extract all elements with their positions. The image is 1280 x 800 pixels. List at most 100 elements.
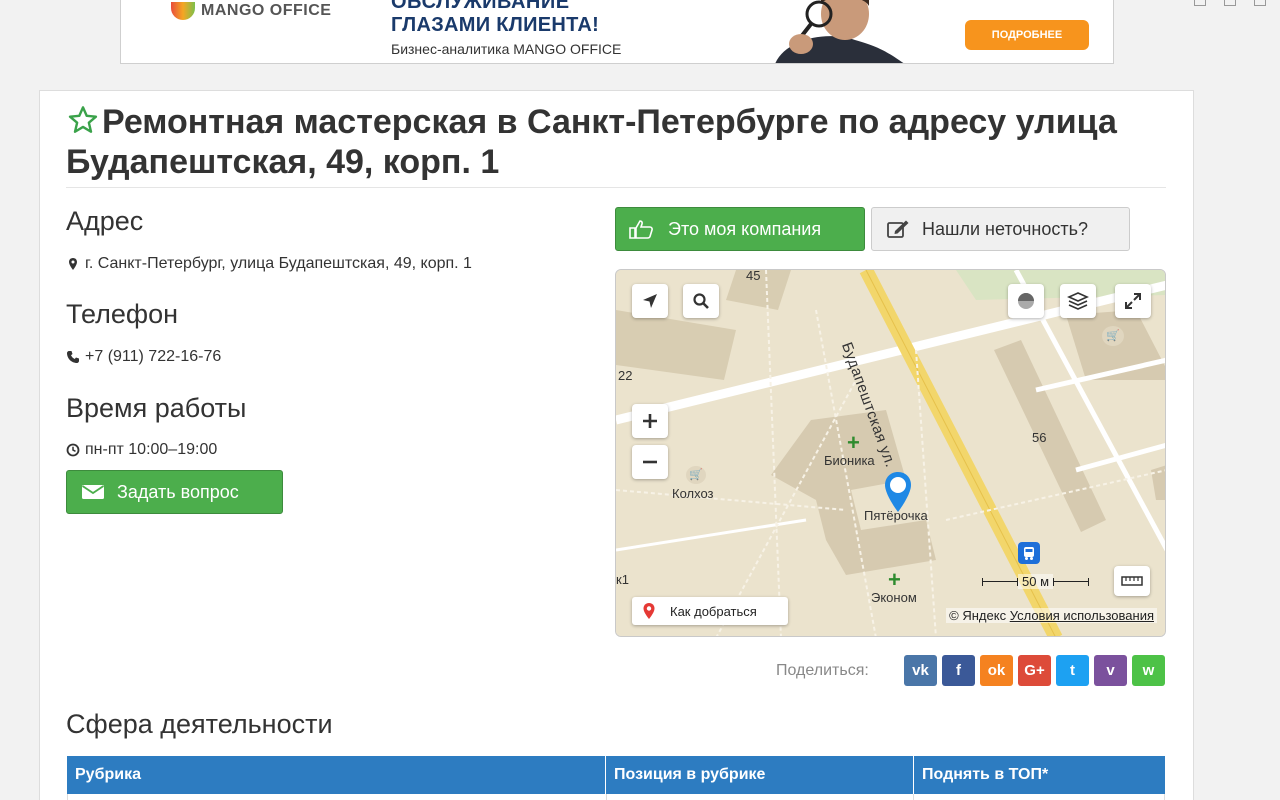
window-controls bbox=[1194, 0, 1266, 6]
share-odnoklassniki-button[interactable]: ok bbox=[980, 655, 1013, 686]
traffic-button[interactable] bbox=[1008, 284, 1044, 318]
house-number: 56 bbox=[1032, 430, 1047, 445]
activity-table: Рубрика Позиция в рубрике Поднять в ТОП* bbox=[67, 756, 1165, 800]
expand-icon bbox=[1125, 293, 1141, 309]
terms-link[interactable]: Условия использования bbox=[1010, 608, 1154, 623]
table-cell bbox=[68, 794, 607, 800]
my-company-button[interactable]: Это моя компания bbox=[615, 207, 865, 251]
cart-icon: 🛒 bbox=[686, 466, 706, 484]
google-plus-icon: G+ bbox=[1024, 662, 1045, 679]
control-dot-icon bbox=[1224, 0, 1236, 6]
viber-icon: v bbox=[1106, 662, 1115, 679]
column-header-position[interactable]: Позиция в рубрике bbox=[606, 756, 914, 794]
report-inaccuracy-button[interactable]: Нашли неточность? bbox=[871, 207, 1130, 251]
zoom-out-button[interactable] bbox=[632, 445, 668, 479]
banner-person-image bbox=[735, 0, 935, 63]
navigation-arrow-icon bbox=[643, 294, 657, 308]
geolocation-button[interactable] bbox=[632, 284, 668, 318]
address-line: г. Санкт-Петербург, улица Будапештская, … bbox=[66, 255, 472, 273]
layers-button[interactable] bbox=[1060, 284, 1096, 318]
phone-line: +7 (911) 722-16-76 bbox=[66, 348, 221, 366]
address-heading: Адрес bbox=[66, 206, 144, 236]
table-row bbox=[67, 794, 1165, 800]
page-title-text: Ремонтная мастерская в Санкт-Петербурге … bbox=[66, 103, 1117, 181]
activity-heading: Сфера деятельности bbox=[66, 709, 333, 739]
place-label[interactable]: Колхоз bbox=[672, 486, 714, 501]
place-label[interactable]: Эконом bbox=[871, 590, 917, 605]
facebook-icon: f bbox=[956, 662, 961, 679]
house-number: к1 bbox=[616, 572, 629, 587]
scale-text: 50 м bbox=[1018, 574, 1054, 589]
search-icon bbox=[693, 293, 709, 309]
column-header-rubric[interactable]: Рубрика bbox=[67, 756, 606, 794]
share-viber-button[interactable]: v bbox=[1094, 655, 1127, 686]
ruler-button[interactable] bbox=[1114, 566, 1150, 596]
share-buttons: vk f ok G+ t v w bbox=[904, 655, 1165, 686]
envelope-icon bbox=[82, 485, 104, 499]
map-search-button[interactable] bbox=[683, 284, 719, 318]
share-vk-button[interactable]: vk bbox=[904, 655, 937, 686]
layers-icon bbox=[1067, 292, 1089, 310]
my-company-label: Это моя компания bbox=[668, 218, 822, 239]
control-dot-icon bbox=[1194, 0, 1206, 6]
ruler-icon bbox=[1121, 576, 1143, 586]
house-number: 45 bbox=[746, 269, 761, 283]
yandex-map[interactable]: Будапештская ул. 45 22 56 к1 + Бионика 🛒… bbox=[615, 269, 1166, 637]
report-inaccuracy-label: Нашли неточность? bbox=[922, 218, 1088, 239]
clock-icon bbox=[66, 443, 80, 457]
route-button[interactable]: Как добраться bbox=[632, 597, 788, 625]
page-title: Ремонтная мастерская в Санкт-Петербурге … bbox=[66, 102, 1166, 182]
address-text: г. Санкт-Петербург, улица Будапештская, … bbox=[85, 255, 472, 272]
ad-banner[interactable]: MANGO OFFICE ОБСЛУЖИВАНИЕ ГЛАЗАМИ КЛИЕНТ… bbox=[120, 0, 1114, 64]
mango-logo-icon bbox=[171, 2, 195, 20]
ask-question-button[interactable]: Задать вопрос bbox=[66, 470, 283, 514]
share-twitter-button[interactable]: t bbox=[1056, 655, 1089, 686]
route-label: Как добраться bbox=[670, 603, 757, 619]
map-scale: 50 м bbox=[982, 574, 1090, 589]
hours-text: пн-пт 10:00–19:00 bbox=[85, 441, 218, 458]
banner-logo: MANGO OFFICE bbox=[171, 2, 331, 20]
cart-icon: 🛒 bbox=[1102, 326, 1124, 346]
fullscreen-button[interactable] bbox=[1115, 284, 1151, 318]
vk-icon: vk bbox=[912, 662, 929, 679]
hours-heading: Время работы bbox=[66, 393, 247, 423]
banner-more-button[interactable]: ПОДРОБНЕЕ bbox=[965, 20, 1089, 50]
phone-text[interactable]: +7 (911) 722-16-76 bbox=[85, 348, 221, 366]
table-cell bbox=[914, 794, 1165, 800]
map-copyright: © Яндекс Условия использования bbox=[946, 608, 1157, 623]
column-header-top[interactable]: Поднять в ТОП* bbox=[914, 756, 1165, 794]
zoom-in-button[interactable] bbox=[632, 404, 668, 438]
scale-bar bbox=[1053, 577, 1090, 586]
whatsapp-icon: w bbox=[1142, 662, 1155, 679]
plus-icon bbox=[643, 414, 657, 428]
red-pin-icon bbox=[643, 603, 655, 619]
phone-icon bbox=[67, 351, 79, 363]
share-facebook-button[interactable]: f bbox=[942, 655, 975, 686]
ask-question-label: Задать вопрос bbox=[117, 481, 239, 502]
odnoklassniki-icon: ok bbox=[987, 662, 1006, 679]
edit-icon bbox=[887, 220, 909, 238]
share-label: Поделиться: bbox=[776, 662, 869, 679]
banner-headline: ГЛАЗАМИ КЛИЕНТА! bbox=[391, 14, 600, 36]
table-header: Рубрика Позиция в рубрике Поднять в ТОП* bbox=[67, 756, 1165, 794]
table-cell bbox=[607, 794, 915, 800]
twitter-icon: t bbox=[1070, 662, 1075, 679]
bus-stop-icon[interactable] bbox=[1018, 542, 1040, 564]
map-marker-icon bbox=[69, 258, 77, 270]
favorite-star-icon[interactable] bbox=[66, 104, 100, 136]
scale-bar bbox=[982, 577, 1018, 586]
banner-logo-text: MANGO OFFICE bbox=[201, 2, 332, 19]
control-dot-icon bbox=[1254, 0, 1266, 6]
thumbs-up-icon bbox=[629, 220, 653, 239]
share-google-plus-button[interactable]: G+ bbox=[1018, 655, 1051, 686]
hours-line: пн-пт 10:00–19:00 bbox=[66, 441, 217, 459]
share-whatsapp-button[interactable]: w bbox=[1132, 655, 1165, 686]
copyright-text: © Яндекс bbox=[949, 608, 1007, 623]
place-label[interactable]: Пятёрочка bbox=[864, 508, 928, 523]
title-divider bbox=[66, 187, 1166, 188]
phone-heading: Телефон bbox=[66, 299, 179, 329]
place-label[interactable]: Бионика bbox=[824, 453, 875, 468]
house-number: 22 bbox=[618, 368, 633, 383]
minus-icon bbox=[643, 460, 657, 464]
banner-subtitle: Бизнес-аналитика MANGO OFFICE bbox=[391, 41, 622, 57]
